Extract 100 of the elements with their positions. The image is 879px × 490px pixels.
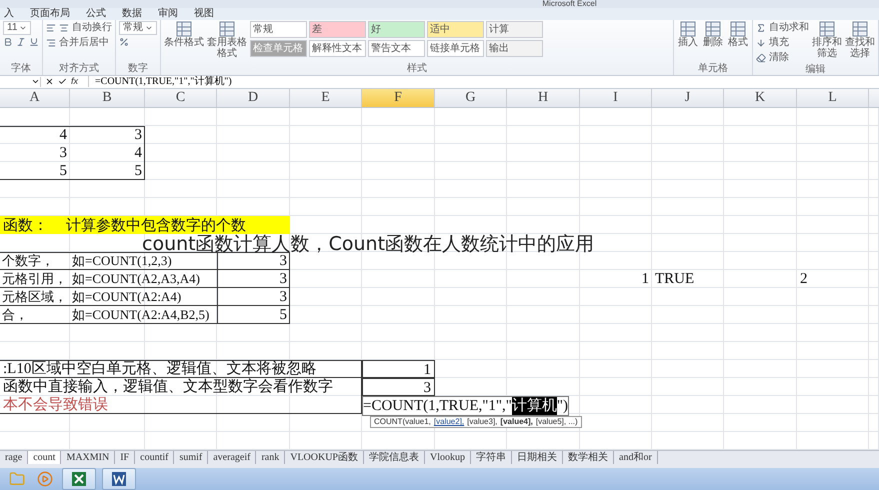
dropdown-field[interactable]: 常规 [119,21,157,36]
menu-tab[interactable]: 入 [4,8,14,20]
table-cell: 3 [217,270,290,288]
table-cell-text: 4 [134,144,143,162]
table-cell: 元格引用， [0,270,70,288]
cancel-icon [45,77,54,86]
sheet-tab[interactable]: MAXMIN [61,451,116,464]
sheet-tab[interactable]: 字符串 [471,451,512,464]
down-arrow-icon [756,38,766,48]
ribbon-button[interactable]: 自动换行 [72,21,112,34]
taskbar-button[interactable] [62,468,96,490]
underline-icon [29,37,39,48]
function-tooltip: COUNT(value1, [value2], [value3], [value4], [value5], ...) [370,416,582,428]
sheet-tab[interactable]: averageif [208,451,256,464]
cell-style-swatch[interactable]: 常规 [250,21,307,38]
table-cell-text: 4 [58,126,68,144]
align-right-icon [46,38,56,48]
ribbon-button[interactable]: 自动求和 [769,21,809,34]
check-icon [58,77,67,86]
sheet-tab[interactable]: 数学相关 [563,451,614,464]
column-header[interactable]: A [0,88,70,108]
cell-style-swatch[interactable]: 适中 [427,21,484,38]
table-cell: 个数字， [0,252,70,270]
heading-text: 计算参数中包含数字的个数 [65,216,247,234]
table-cell: 3 [217,288,290,306]
window-title: Microsoft Excel [542,0,597,8]
ribbon-button[interactable]: 格式 [727,21,749,48]
column-header[interactable]: B [70,88,145,108]
menu-tab[interactable]: 公式 [86,8,106,20]
column-header[interactable]: J [652,88,724,108]
dropdown-field[interactable]: 11 [3,21,32,36]
menu-tab[interactable]: 页面布局 [30,8,70,20]
table-cell: 5 [217,306,290,324]
ribbon-button[interactable]: 合并后居中 [59,36,109,50]
sheet-tab[interactable]: IF [115,451,136,464]
ribbon-button[interactable]: 填充 [769,36,789,50]
table-cell: 元格区域， [0,288,70,306]
column-header[interactable]: C [145,88,217,108]
align-center-icon [59,22,69,33]
sheet-tab[interactable]: Vlookup [425,451,471,464]
sheet-tab[interactable]: and和or [614,451,658,464]
group-label: 单元格 [697,63,729,76]
cell-style-swatch[interactable]: 差 [309,21,366,38]
eraser-icon [756,52,766,63]
cell-style-swatch[interactable]: 警告文本 [368,40,425,58]
sheet-tab[interactable]: rank [256,451,286,464]
cell-style-swatch[interactable]: 输出 [486,40,543,58]
ribbon-button[interactable]: 查找和选择 [845,21,875,60]
table-cell: 1 [362,360,435,378]
ribbon-button[interactable]: 删除 [702,21,724,48]
ribbon-button[interactable]: 条件格式 [164,21,204,48]
table-cell-text: 1 [640,270,650,288]
column-header[interactable]: D [217,88,290,108]
play-icon [37,471,53,487]
column-header[interactable]: I [580,88,652,108]
menu-tab[interactable]: 视图 [194,8,214,20]
table-cell: 3 [217,252,290,270]
column-header[interactable]: H [507,88,580,108]
folder-icon [9,471,25,487]
heading-label: 函数： [2,216,49,235]
table-cell-text: 5 [134,162,143,180]
function-label[interactable]: fx [71,76,78,88]
menu-tab[interactable]: 审阅 [158,8,178,20]
table-cell: 如=COUNT(A2:A4,B2,5) [70,306,217,324]
group-label: 对齐方式 [58,63,100,76]
ribbon-button[interactable]: 套用表格格式 [207,21,247,60]
sheet-tab[interactable]: VLOOKUP函数 [285,451,364,464]
sheet-tab[interactable]: count [28,451,62,464]
group-label: 样式 [406,63,428,76]
sigma-icon [756,22,766,33]
taskbar-button[interactable] [102,468,136,490]
note-text: 本不会导致错误 [2,396,109,414]
cell-style-swatch[interactable]: 链接单元格 [427,40,484,58]
sheet-tab[interactable]: sumif [174,451,208,464]
table-cell-text: 3 [134,126,143,144]
table-cell-text: TRUE [654,270,696,288]
note-text: 函数中直接输入，逻辑值、文本型数字会看作数字 [2,378,334,396]
align-left-icon [46,22,56,33]
column-header[interactable]: L [797,88,869,108]
column-header[interactable]: G [435,88,507,108]
cell-style-swatch[interactable]: 好 [368,21,425,38]
sheet-tab[interactable]: 学院信息表 [364,451,425,464]
table-cell: 如=COUNT(A2,A3,A4) [70,270,217,288]
ribbon-button[interactable]: 插入 [677,21,699,48]
italic-icon [16,37,26,48]
cell-style-swatch[interactable]: 计算 [486,21,543,38]
ribbon-button[interactable]: 清除 [769,51,789,64]
column-header[interactable]: K [724,88,797,108]
table-cell: 如=COUNT(A2:A4) [70,288,217,306]
spreadsheet-app-icon [71,471,87,487]
document-app-icon [111,471,127,487]
group-label: 编辑 [804,64,826,76]
sheet-tab[interactable]: 日期相关 [512,451,563,464]
menu-tab[interactable]: 数据 [122,8,142,20]
cell-editor[interactable]: =COUNT(1,TRUE,"1","计算机") [362,396,570,416]
cell-style-swatch[interactable]: 解释性文本 [309,40,366,58]
column-header[interactable]: F [362,88,435,108]
formula-field[interactable]: =COUNT(1,TRUE,"1","计算机") [88,76,232,88]
ribbon-button[interactable]: 排序和筛选 [812,21,842,60]
sheet-tab[interactable]: countif [135,451,174,464]
